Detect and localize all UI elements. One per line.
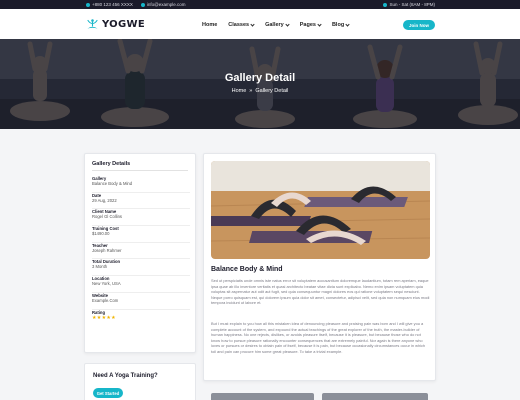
main-nav: Home Classes Gallery Pages Blog [202,22,350,28]
training-cta-card: Need A Yoga Training? Get Started [84,363,196,400]
related-gallery-thumbnail[interactable] [322,393,428,400]
detail-training-cost: Training Cost $1490.00 [92,226,190,243]
site-header: YOGWE Home Classes Gallery Pages Blog Jo… [0,9,520,39]
nav-classes[interactable]: Classes [228,22,255,28]
breadcrumb-separator: » [249,88,253,94]
detail-rating: Rating ★★★★★ [92,310,190,327]
description-paragraph: Sed ut perspiciatis unde omnis iste natu… [211,278,430,306]
email-contact[interactable]: info@example.com [140,2,186,7]
breadcrumb-home[interactable]: Home [232,88,247,94]
detail-location: Location New York, USA [92,276,190,293]
divider [92,170,188,171]
hours-text: Sun - Sat (8AM - 8PM) [389,2,435,7]
detail-total-duration: Total Duration 3 Month [92,259,190,277]
clock-icon [383,2,388,7]
logo-text: YOGWE [102,19,145,30]
detail-client-name: Client Name Rogel Gl Collins [92,209,190,227]
related-gallery-thumbnail[interactable] [211,393,314,400]
detail-value: Rogel Gl Collins [92,214,123,220]
detail-value: New York, USA [92,281,121,287]
details-list: Gallery Balance Body & Mind Date 29 Aug,… [92,176,190,326]
star-rating-icon: ★★★★★ [92,314,116,321]
nav-home[interactable]: Home [202,22,217,28]
chevron-down-icon [250,22,255,27]
join-now-button[interactable]: Join Now [403,20,435,30]
detail-date: Date 29 Aug, 2022 [92,193,190,210]
logo[interactable]: YOGWE [86,19,145,30]
phone-number: +880 123 456 XXXX [92,2,133,7]
nav-pages[interactable]: Pages [299,22,322,28]
nav-label: Gallery [265,22,284,28]
sidebar-title: Gallery Details [92,161,131,167]
cta-title: Need A Yoga Training? [93,373,158,379]
yoga-class-photo [211,161,430,259]
nav-label: Blog [331,22,345,28]
page-hero: Gallery Detail Home » Gallery Detail [0,39,520,129]
nav-label: Home [202,22,218,28]
breadcrumb-current: Gallery Detail [255,88,289,94]
top-bar: +880 123 456 XXXX info@example.com Sun -… [0,0,520,9]
gallery-details-card: Gallery Details Gallery Balance Body & M… [84,153,196,353]
nav-blog[interactable]: Blog [331,22,350,28]
yoga-pose-icon [87,19,98,29]
gallery-main-image[interactable] [211,161,430,259]
nav-label: Classes [228,22,250,28]
phone-contact[interactable]: +880 123 456 XXXX [86,2,133,7]
chevron-down-icon [285,22,290,27]
detail-value: Balance Body & Mind [92,181,133,186]
page-title: Gallery Detail [224,72,296,84]
detail-gallery: Gallery Balance Body & Mind [92,176,190,193]
gallery-title: Balance Body & Mind [211,266,283,273]
detail-website: Website Example.Com [92,293,190,310]
detail-value-link[interactable]: Example.Com [92,298,190,304]
chevron-down-icon [317,22,322,27]
phone-icon [86,2,90,7]
detail-value: 29 Aug, 2022 [92,197,117,203]
detail-teacher: Teacher Joseph Rahmer [92,243,190,260]
breadcrumb: Home » Gallery Detail [0,88,520,94]
description-paragraph: But I must explain to you how all this m… [211,321,426,354]
opening-hours: Sun - Sat (8AM - 8PM) [383,2,435,7]
gallery-content-card: Balance Body & Mind Sed ut perspiciatis … [203,153,436,381]
nav-gallery[interactable]: Gallery [265,22,290,28]
detail-value: 3 Month [92,264,108,270]
hero-overlay [0,39,520,129]
nav-label: Pages [299,22,316,28]
get-started-button[interactable]: Get Started [93,388,123,398]
detail-value: $1490.00 [92,231,110,237]
email-address: info@example.com [146,2,186,7]
chevron-down-icon [345,22,350,27]
detail-value: Joseph Rahmer [92,247,122,253]
mail-icon [140,2,145,7]
contact-info: +880 123 456 XXXX info@example.com [86,2,186,7]
